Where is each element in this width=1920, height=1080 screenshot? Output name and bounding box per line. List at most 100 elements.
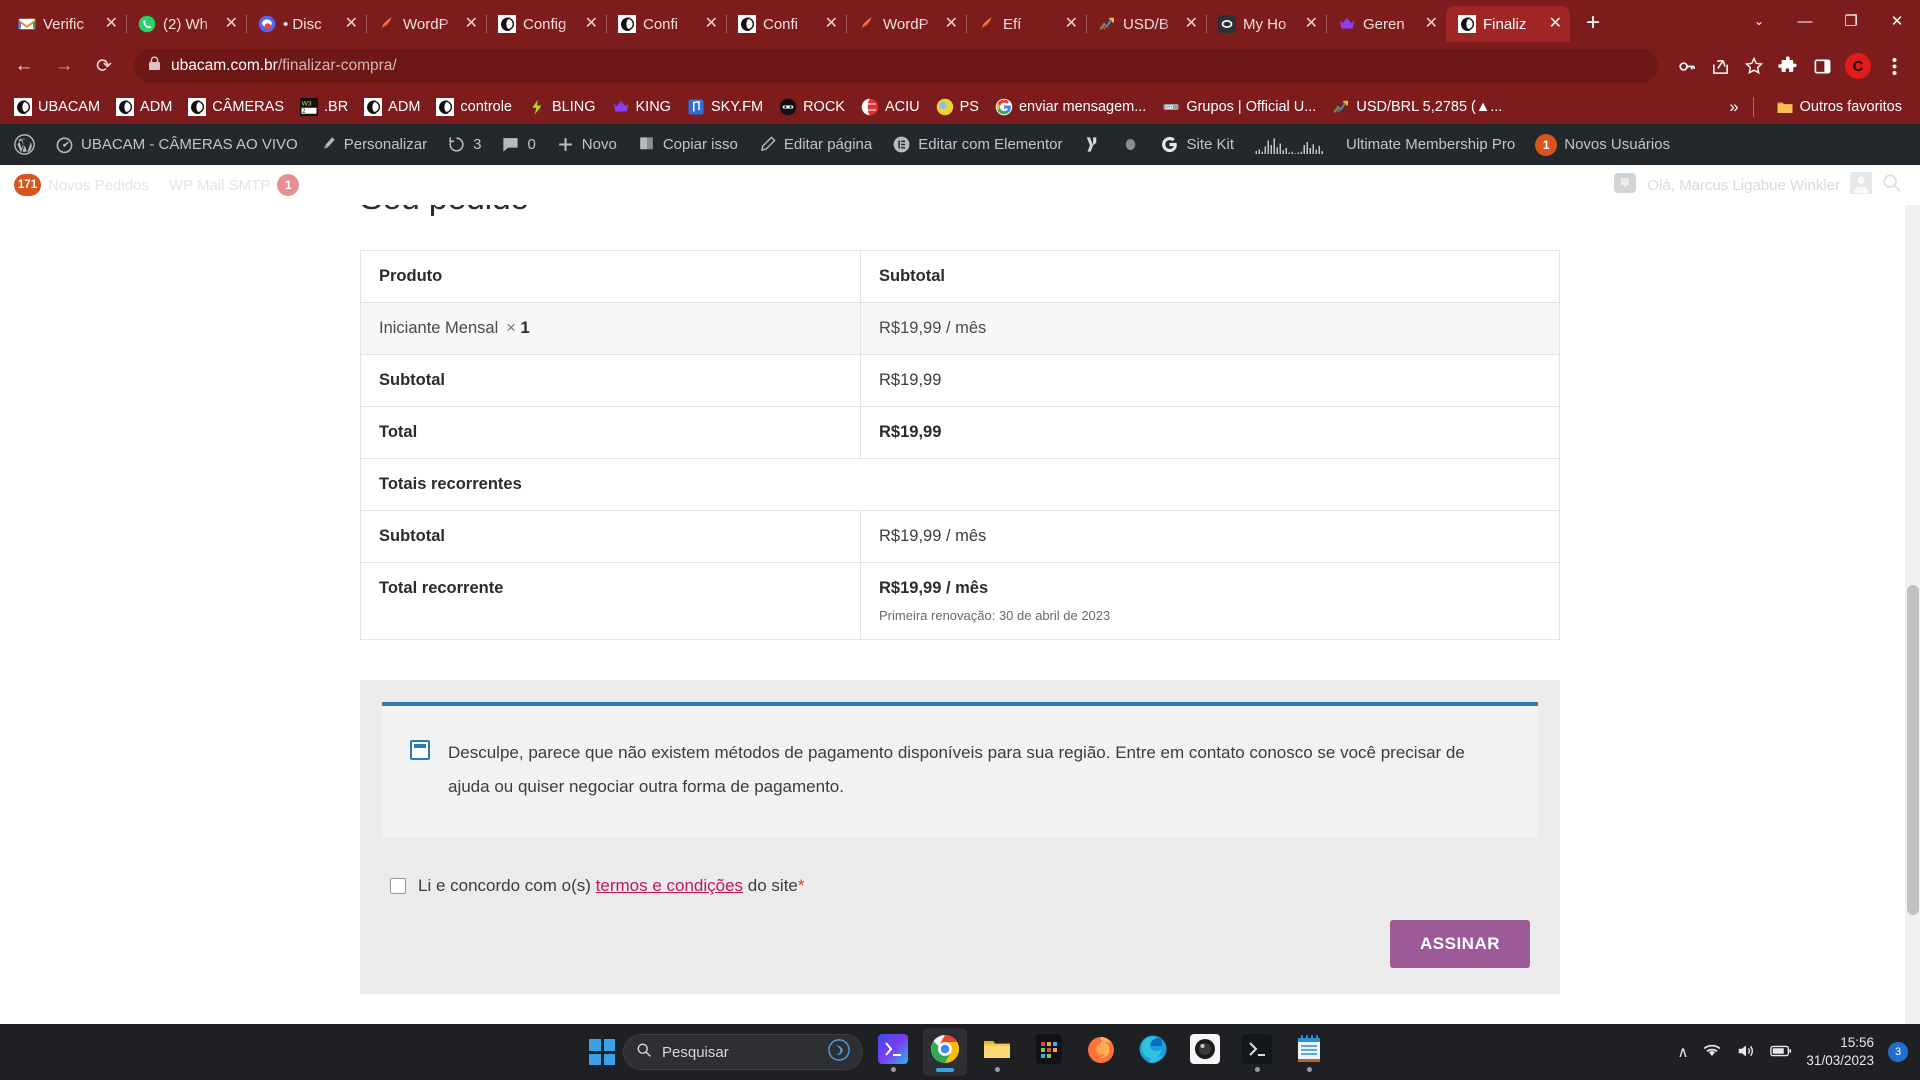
taskbar-clock[interactable]: 15:56 31/03/2023 (1806, 1034, 1874, 1070)
bookmark-item-14[interactable]: USD/BRL 5,2785 (▲... (1324, 95, 1510, 119)
bookmark-item-2[interactable]: CÂMERAS (180, 95, 292, 119)
terms-checkbox[interactable] (390, 878, 406, 894)
wp-item-editar-com-elementor[interactable]: Editar com Elementor (882, 124, 1072, 165)
taskbar-search-box[interactable]: Pesquisar (623, 1034, 863, 1070)
browser-tab-10[interactable]: My Ho ✕ (1206, 6, 1327, 42)
order-section-label: Totais recorrentes (360, 458, 1560, 511)
taskbar-app-firefox-icon[interactable] (1079, 1028, 1123, 1076)
tab-close-button[interactable]: ✕ (465, 16, 478, 32)
chrome-menu-icon[interactable] (1878, 50, 1910, 82)
bookmark-item-11[interactable]: PS (928, 95, 987, 119)
notification-badge[interactable]: 3 (1888, 1042, 1908, 1062)
taskbar-app-google-chrome-icon[interactable] (923, 1028, 967, 1076)
browser-tab-4[interactable]: Config ✕ (486, 6, 607, 42)
tab-close-button[interactable]: ✕ (345, 16, 358, 32)
taskbar-app-notepad-icon[interactable] (1287, 1028, 1331, 1076)
browser-tab-7[interactable]: WordP ✕ (846, 6, 967, 42)
wifi-icon[interactable] (1702, 1042, 1722, 1063)
tab-close-button[interactable]: ✕ (825, 16, 838, 32)
bookmark-item-8[interactable]: SKY.FM (679, 95, 771, 119)
wp-item-ultimate-membership-pro[interactable]: Ultimate Membership Pro (1336, 124, 1525, 165)
address-bar[interactable]: ubacam.com.br/finalizar-compra/ (134, 49, 1658, 83)
tray-chevron-icon[interactable]: ∧ (1677, 1043, 1688, 1061)
tab-close-button[interactable]: ✕ (945, 16, 958, 32)
bookmark-item-13[interactable]: GD Grupos | Official U... (1154, 95, 1324, 119)
order-table-body: Iniciante Mensal × 1 R$19,99 / mês Subtotal… (360, 302, 1560, 640)
windows-start-icon[interactable] (589, 1039, 615, 1065)
wp-item-site-kit[interactable]: Site Kit (1150, 124, 1244, 165)
taskbar-app-file-explorer-icon[interactable] (975, 1028, 1019, 1076)
extensions-puzzle-icon[interactable] (1772, 50, 1804, 82)
key-icon[interactable] (1670, 50, 1702, 82)
battery-icon[interactable] (1770, 1043, 1792, 1062)
side-panel-icon[interactable] (1806, 50, 1838, 82)
wp-item-analytics-sparkline-icon[interactable] (1244, 124, 1336, 165)
wp-item-personalizar[interactable]: Personalizar (308, 124, 437, 165)
scroll-up-arrow[interactable]: ▲ (1905, 165, 1920, 180)
browser-tab-0[interactable]: Verific ✕ (6, 6, 127, 42)
wp-item-novos-usu-rios[interactable]: 1 Novos Usuários (1525, 124, 1680, 165)
close-window-button[interactable]: ✕ (1874, 0, 1920, 42)
forward-button[interactable]: → (46, 48, 82, 84)
browser-tab-2[interactable]: • Disc ✕ (246, 6, 367, 42)
tab-close-button[interactable]: ✕ (225, 16, 238, 32)
tab-list-button[interactable]: ⌄ (1736, 0, 1782, 42)
tab-close-button[interactable]: ✕ (705, 16, 718, 32)
taskbar-app-powershell-icon[interactable] (1235, 1028, 1279, 1076)
tab-close-button[interactable]: ✕ (1305, 16, 1318, 32)
tab-close-button[interactable]: ✕ (1185, 16, 1198, 32)
browser-tab-1[interactable]: (2) Wh ✕ (126, 6, 247, 42)
wp-logo-item[interactable] (4, 124, 45, 165)
taskbar-app-windows-terminal-gradient-icon[interactable] (871, 1028, 915, 1076)
other-bookmarks-button[interactable]: Outros favoritos (1768, 95, 1910, 119)
tab-close-button[interactable]: ✕ (1065, 16, 1078, 32)
taskbar-app-microsoft-edge-icon[interactable] (1131, 1028, 1175, 1076)
minimize-button[interactable]: — (1782, 0, 1828, 42)
bookmark-item-1[interactable]: ADM (108, 95, 180, 119)
browser-tab-9[interactable]: USD/B ✕ (1086, 6, 1207, 42)
tab-close-button[interactable]: ✕ (1549, 16, 1562, 32)
wp-item-yoast-icon[interactable] (1072, 124, 1111, 165)
profile-avatar-icon[interactable]: C (1845, 53, 1871, 79)
bookmark-item-0[interactable]: UBACAM (6, 95, 108, 119)
share-icon[interactable] (1704, 50, 1736, 82)
wp-item-novo[interactable]: Novo (546, 124, 627, 165)
bookmark-item-6[interactable]: BLING (520, 95, 604, 119)
reload-button[interactable]: ⟳ (86, 48, 122, 84)
bookmark-item-10[interactable]: ACIU (853, 95, 928, 119)
page-scrollbar[interactable]: ▲ ▼ (1905, 165, 1920, 1080)
tab-close-button[interactable]: ✕ (1425, 16, 1438, 32)
bookmark-item-12[interactable]: enviar mensagem... (987, 95, 1154, 119)
wp-item-copiar-isso[interactable]: Copiar isso (627, 124, 748, 165)
wp-item-editar-p-gina[interactable]: Editar página (748, 124, 882, 165)
browser-tab-12[interactable]: Finaliz ✕ (1446, 6, 1570, 42)
bookmark-star-icon[interactable] (1738, 50, 1770, 82)
browser-tab-5[interactable]: Confi ✕ (606, 6, 727, 42)
browser-tab-11[interactable]: Geren ✕ (1326, 6, 1447, 42)
bookmark-item-9[interactable]: ROCK (771, 95, 853, 119)
back-button[interactable]: ← (6, 48, 42, 84)
new-tab-button[interactable]: + (1576, 6, 1610, 40)
taskbar-app-store-icon[interactable] (1027, 1028, 1071, 1076)
terms-and-conditions-link[interactable]: termos e condições (596, 876, 743, 895)
bookmark-item-7[interactable]: KING (604, 95, 679, 119)
tab-close-button[interactable]: ✕ (585, 16, 598, 32)
maximize-button[interactable]: ❐ (1828, 0, 1874, 42)
wp-item-gray-dot-icon[interactable] (1111, 124, 1150, 165)
browser-tab-8[interactable]: Efí ✕ (966, 6, 1087, 42)
bookmarks-overflow-button[interactable]: » (1729, 97, 1738, 117)
bookmark-item-3[interactable]: W3 2 .BR (292, 95, 356, 119)
bookmark-item-4[interactable]: ADM (356, 95, 428, 119)
taskbar-app-camera-viewer-icon[interactable] (1183, 1028, 1227, 1076)
assinar-button[interactable]: ASSINAR (1389, 920, 1530, 968)
scrollbar-thumb[interactable] (1907, 585, 1919, 915)
browser-tab-3[interactable]: WordP ✕ (366, 6, 487, 42)
volume-icon[interactable] (1736, 1042, 1756, 1063)
bookmark-item-5[interactable]: controle (428, 95, 520, 119)
wp-item-0[interactable]: 0 (491, 124, 545, 165)
wp-item-ubacam-c-meras-ao-vivo[interactable]: UBACAM - CÂMERAS AO VIVO (45, 124, 308, 165)
browser-tab-6[interactable]: Confi ✕ (726, 6, 847, 42)
copilot-icon[interactable] (828, 1039, 850, 1065)
tab-close-button[interactable]: ✕ (105, 16, 118, 32)
wp-item-3[interactable]: 3 (437, 124, 491, 165)
